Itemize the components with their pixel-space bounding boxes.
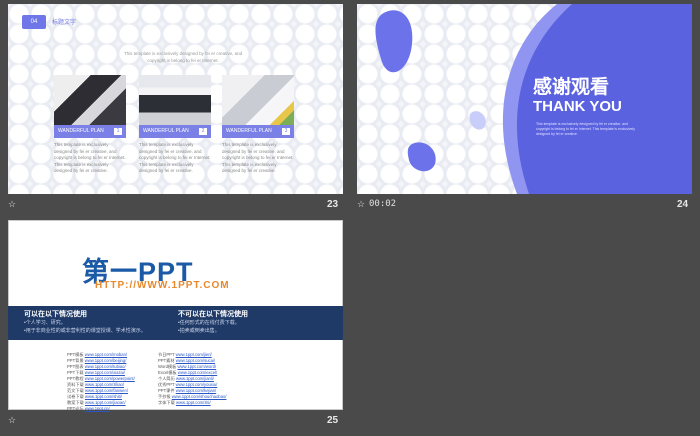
link-label: Word模板 [158,364,177,369]
link-url[interactable]: www.1ppt.com/powerpoint/ [85,376,135,381]
blue-wave-shape [375,4,692,194]
link-label: PPT模板 [67,352,84,357]
link-label: PPT课件 [158,388,175,393]
link-url[interactable]: www.1ppt.cn/ [85,406,110,411]
slide-number: 23 [327,199,339,210]
links-right: 节日PPT www.1ppt.com/jieri/ PPT素材 www.1ppt… [158,352,226,406]
plan-card-1: WANDERFUL PLAN 1 This template is exclusi… [54,75,126,175]
link-label: PPT图表 [67,364,84,369]
link-label: 资料下载 [67,382,84,387]
slide-thumbnail-23[interactable]: 04 标题文字 This template is exclusively des… [8,4,343,194]
link-url[interactable]: www.1ppt.com/jieri/ [176,352,212,357]
star-icon[interactable]: ☆ [357,199,365,210]
link-url[interactable]: www.1ppt.com/excel/ [178,370,217,375]
link-row[interactable]: 字体下载 www.1ppt.com/ziti/ [158,400,226,406]
link-url[interactable]: www.1ppt.com/word/ [177,364,216,369]
plan-card-3: WANDERFUL PLAN 3 This template is exclusi… [222,75,294,175]
site-url: HTTP://WWW.1PPT.COM [95,280,230,291]
link-url[interactable]: www.1ppt.com/kejian/ [176,388,217,393]
thanks-title-en: THANK YOU [533,98,622,115]
link-label: Excel模板 [158,370,177,375]
link-label: PPT教程 [67,376,84,381]
plan-card-2: WANDERFUL PLAN 2 This template is exclusi… [139,75,211,175]
link-label: 手抄报 [158,394,171,399]
allowed-line-2: •用于非商业性的或非营利性的课堂授课、学术性演示。 [24,328,146,334]
link-label: PPT下载 [67,370,84,375]
blob-top [375,10,413,73]
thanks-description: This template is exclusively designed by… [536,122,635,136]
allowed-heading: 可以在以下情况使用 [24,311,87,318]
link-url[interactable]: www.1ppt.com/shouchaobao/ [172,394,227,399]
star-icon[interactable]: ☆ [8,199,16,210]
laptop-photo [139,75,211,125]
link-label: PPT论坛 [67,406,84,411]
link-url[interactable]: www.1ppt.com/shiti/ [85,394,122,399]
card-label-bar: WANDERFUL PLAN 1 [54,125,126,138]
slide-subtitle: This template is exclusively designed by… [123,51,243,63]
link-url[interactable]: www.1ppt.com/sucai/ [176,358,215,363]
card-number: 3 [282,128,290,135]
laptop-flowers-photo [222,75,294,125]
card-number: 1 [114,128,122,135]
link-label: 试卷下载 [67,394,84,399]
section-badge: 04 [22,15,46,29]
card-label: WANDERFUL PLAN [58,128,104,134]
slide-thumbnail-24[interactable]: 感谢观看 THANK YOU This template is exclusiv… [357,4,692,194]
blob-mid [469,111,486,130]
star-icon[interactable]: ☆ [8,415,16,426]
card-number: 2 [199,128,207,135]
laptop-desk-photo [54,75,126,125]
forbidden-line-2: •拍卖或倒卖出售。 [178,328,220,334]
allowed-line-1: •个人学习、研究。 [24,320,66,326]
link-url[interactable]: www.1ppt.com/youxiu/ [176,382,218,387]
slide-number: 25 [327,415,339,426]
slide-timing: 00:02 [369,199,397,209]
slide-number: 24 [677,199,689,210]
link-url[interactable]: www.1ppt.com/tubiao/ [85,364,126,369]
card-description: This template is exclusively designed by… [222,142,294,173]
link-label: 范文下载 [67,388,84,393]
link-url[interactable]: www.1ppt.com/ziliao/ [85,382,124,387]
link-label: PPT素材 [158,358,175,363]
link-label: PPT背景 [67,358,84,363]
card-label: WANDERFUL PLAN [226,128,272,134]
link-label: 节日PPT [158,352,175,357]
link-label: 字体下载 [158,400,175,405]
card-description: This template is exclusively designed by… [139,142,211,173]
link-label: 教案下载 [67,400,84,405]
link-url[interactable]: www.1ppt.com/jiaoan/ [85,400,126,405]
usage-info-band: 可以在以下情况使用 •个人学习、研究。 •用于非商业性的或非营利性的课堂授课、学… [8,306,343,340]
card-description: This template is exclusively designed by… [54,142,126,173]
card-label: WANDERFUL PLAN [143,128,189,134]
link-url[interactable]: www.1ppt.com/ziti/ [176,400,211,405]
link-url[interactable]: www.1ppt.com/moban/ [85,352,127,357]
forbidden-heading: 不可以在以下情况使用 [178,311,248,318]
link-row[interactable]: PPT论坛 www.1ppt.cn/ [67,406,135,412]
link-url[interactable]: www.1ppt.com/xiazai/ [85,370,125,375]
link-label: 个人简历 [158,376,175,381]
link-url[interactable]: www.1ppt.com/fanwen/ [85,388,128,393]
link-label: 优秀PPT [158,382,175,387]
link-url[interactable]: www.1ppt.com/jianli/ [176,376,214,381]
links-left: PPT模板 www.1ppt.com/moban/ PPT背景 www.1ppt… [67,352,135,412]
link-url[interactable]: www.1ppt.com/beijing/ [85,358,127,363]
card-label-bar: WANDERFUL PLAN 3 [222,125,294,138]
thanks-title-cn: 感谢观看 [533,77,610,98]
card-label-bar: WANDERFUL PLAN 2 [139,125,211,138]
blob-bottom [407,142,436,172]
slide-title: 标题文字 [52,20,77,26]
forbidden-line-1: •任何形式的在线付费下载。 [178,320,240,326]
